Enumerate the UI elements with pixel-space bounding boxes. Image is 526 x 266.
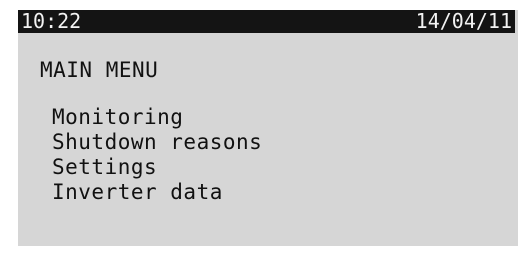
menu-item-inverter-data[interactable]: Inverter data <box>52 180 262 205</box>
status-bar: 10:22 14/04/11 <box>18 10 515 33</box>
menu-item-monitoring[interactable]: Monitoring <box>52 105 262 130</box>
clock-time: 10:22 <box>21 9 82 33</box>
menu-item-shutdown-reasons[interactable]: Shutdown reasons <box>52 130 262 155</box>
main-menu-list: Monitoring Shutdown reasons Settings Inv… <box>52 105 262 205</box>
menu-title: MAIN MENU <box>40 58 159 82</box>
menu-item-settings[interactable]: Settings <box>52 155 262 180</box>
lcd-display: 10:22 14/04/11 MAIN MENU Monitoring Shut… <box>18 10 518 246</box>
clock-date: 14/04/11 <box>415 9 512 33</box>
